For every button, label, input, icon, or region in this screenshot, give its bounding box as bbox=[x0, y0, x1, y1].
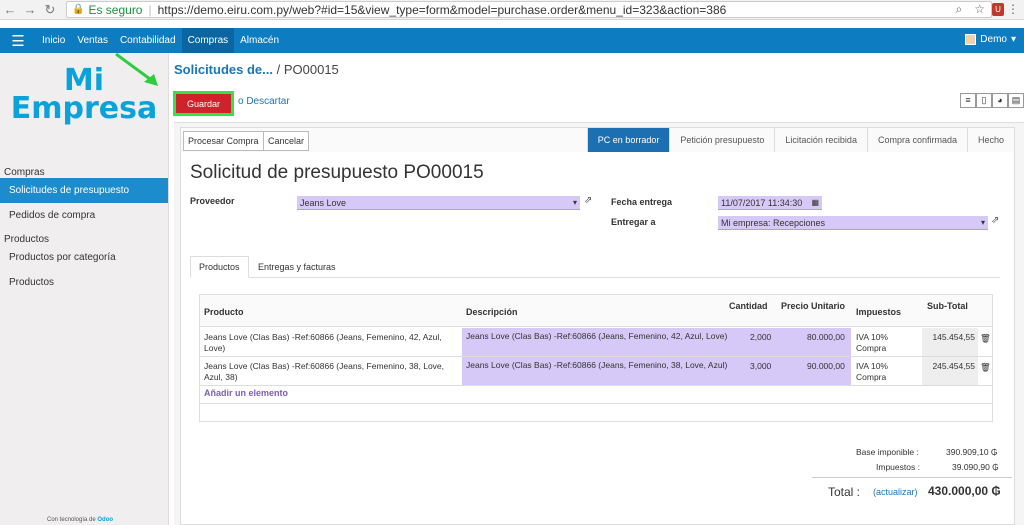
stage-draft[interactable]: PC en borrador bbox=[586, 128, 670, 152]
stage-done[interactable]: Hecho bbox=[966, 128, 1014, 152]
row2-subtotal: 245.454,55 bbox=[922, 357, 978, 385]
tax-label: Impuestos : bbox=[876, 462, 920, 472]
hamburger-icon[interactable]: ☰ bbox=[0, 32, 36, 50]
form-view-icon[interactable]: ▯ bbox=[976, 93, 992, 108]
col-cantidad[interactable]: Cantidad bbox=[729, 301, 768, 311]
breadcrumb-current: PO00015 bbox=[283, 62, 339, 77]
chevron-down-icon: ▾ bbox=[1010, 34, 1016, 45]
col-subtotal[interactable]: Sub-Total bbox=[927, 301, 968, 311]
browser-menu-icon[interactable]: ⋮ bbox=[1007, 2, 1019, 16]
sidebar-item-productos[interactable]: Productos bbox=[0, 270, 168, 295]
base-value: 390.909,10 ₲ bbox=[946, 447, 998, 457]
col-impuestos[interactable]: Impuestos bbox=[856, 307, 901, 317]
save-button-highlight: Guardar bbox=[173, 91, 234, 116]
stage-quote-request[interactable]: Petición presupuesto bbox=[669, 128, 774, 152]
sidebar-section-productos: Productos bbox=[4, 234, 50, 245]
search-icon[interactable]: ⌕ bbox=[956, 2, 963, 17]
col-producto[interactable]: Producto bbox=[204, 307, 244, 317]
deliver-field[interactable]: Mi empresa: Recepciones ▾ bbox=[718, 216, 988, 230]
dropdown-icon[interactable]: ▾ bbox=[981, 218, 985, 227]
base-label: Base imponible : bbox=[856, 447, 919, 457]
row2-description[interactable]: Jeans Love (Clas Bas) -Ref:60866 (Jeans,… bbox=[462, 357, 851, 385]
row1-subtotal: 145.454,55 bbox=[922, 328, 978, 356]
col-descripcion[interactable]: Descripción bbox=[466, 307, 518, 317]
stage-confirmed[interactable]: Compra confirmada bbox=[866, 128, 967, 152]
supplier-label: Proveedor bbox=[190, 196, 235, 206]
page-title: Solicitud de presupuesto PO00015 bbox=[190, 162, 484, 183]
browser-toolbar: ← → ↻ 🔒 Es seguro | https://demo.eiru.co… bbox=[0, 0, 1024, 20]
address-bar[interactable]: 🔒 Es seguro | https://demo.eiru.com.py/w… bbox=[66, 1, 992, 18]
save-button[interactable]: Guardar bbox=[176, 94, 231, 113]
sidebar-item-pedidos[interactable]: Pedidos de compra bbox=[0, 203, 168, 228]
url-text[interactable]: https://demo.eiru.com.py/web?#id=15&view… bbox=[158, 3, 727, 17]
discard-link[interactable]: o Descartar bbox=[238, 96, 290, 107]
calendar-icon[interactable]: ▦ bbox=[811, 198, 819, 207]
user-name: Demo bbox=[980, 34, 1007, 45]
row1-product[interactable]: Jeans Love (Clas Bas) -Ref:60866 (Jeans,… bbox=[204, 332, 459, 354]
powered-by: Con tecnología de Odoo bbox=[47, 517, 114, 523]
col-precio[interactable]: Precio Unitario bbox=[781, 301, 845, 311]
row1-description[interactable]: Jeans Love (Clas Bas) -Ref:60866 (Jeans,… bbox=[462, 328, 851, 356]
trash-icon[interactable]: 🗑 bbox=[980, 362, 991, 373]
row2-product[interactable]: Jeans Love (Clas Bas) -Ref:60866 (Jeans,… bbox=[204, 361, 459, 383]
total-label: Total : bbox=[828, 485, 861, 499]
row1-tax[interactable]: IVA 10% Compra bbox=[856, 332, 908, 354]
row2-price[interactable]: 90.000,00 bbox=[807, 361, 845, 372]
menu-inicio[interactable]: Inicio bbox=[36, 28, 71, 53]
supplier-field[interactable]: Jeans Love ▾ bbox=[297, 196, 580, 210]
date-label: Fecha entrega bbox=[611, 197, 673, 207]
deliver-label: Entregar a bbox=[611, 217, 656, 227]
external-link-icon[interactable]: ⇗ bbox=[991, 215, 999, 226]
star-icon[interactable]: ☆ bbox=[974, 2, 985, 17]
secure-label: Es seguro bbox=[88, 2, 143, 17]
date-field[interactable]: 11/07/2017 11:34:30 ▦ bbox=[718, 196, 822, 210]
process-purchase-button[interactable]: Procesar Compra bbox=[183, 131, 264, 151]
dropdown-icon[interactable]: ▾ bbox=[573, 198, 577, 207]
menu-almacen[interactable]: Almacén bbox=[234, 28, 285, 53]
sidebar: Mi Empresa Compras Solicitudes de presup… bbox=[0, 53, 169, 525]
forward-icon[interactable]: → bbox=[20, 2, 40, 17]
row1-qty[interactable]: 2,000 bbox=[750, 332, 771, 343]
status-bar: Procesar Compra Cancelar PC en borrador … bbox=[180, 127, 1015, 153]
sidebar-section-compras: Compras bbox=[4, 167, 45, 178]
view-switcher: ≡ ▯ ◕ ▤ bbox=[960, 93, 1024, 108]
lock-icon: 🔒 bbox=[72, 4, 85, 15]
tab-products[interactable]: Productos bbox=[190, 256, 249, 278]
annotation-arrow bbox=[115, 52, 158, 86]
cancel-button[interactable]: Cancelar bbox=[263, 131, 310, 151]
external-link-icon[interactable]: ⇗ bbox=[584, 195, 592, 206]
extension-icon[interactable]: U bbox=[992, 3, 1004, 16]
sidebar-item-productos-categoria[interactable]: Productos por categoría bbox=[0, 245, 168, 270]
tab-deliveries-invoices[interactable]: Entregas y facturas bbox=[250, 256, 344, 278]
table-footer bbox=[200, 403, 992, 404]
reload-icon[interactable]: ↻ bbox=[40, 2, 60, 18]
list-view-icon[interactable]: ≡ bbox=[960, 93, 976, 108]
notebook-tabs: Productos Entregas y facturas bbox=[190, 256, 1000, 278]
stage-bar: PC en borrador Petición presupuesto Lici… bbox=[586, 128, 1014, 152]
totals-divider bbox=[812, 477, 1012, 478]
stage-bid-received[interactable]: Licitación recibida bbox=[774, 128, 867, 152]
total-value: 430.000,00 ₲ bbox=[928, 484, 1001, 498]
add-line-link[interactable]: Añadir un elemento bbox=[204, 388, 288, 398]
update-link[interactable]: (actualizar) bbox=[873, 487, 918, 497]
tax-value: 39.090,90 ₲ bbox=[952, 462, 999, 472]
user-menu[interactable]: Demo ▾ bbox=[965, 34, 1016, 45]
menu-ventas[interactable]: Ventas bbox=[71, 28, 114, 53]
sidebar-item-solicitudes[interactable]: Solicitudes de presupuesto bbox=[0, 178, 168, 203]
menu-compras[interactable]: Compras bbox=[181, 28, 235, 53]
row1-price[interactable]: 80.000,00 bbox=[807, 332, 845, 343]
trash-icon[interactable]: 🗑 bbox=[980, 333, 991, 344]
breadcrumb: Solicitudes de... / PO00015 bbox=[174, 62, 339, 77]
row2-qty[interactable]: 3,000 bbox=[750, 361, 771, 372]
back-icon[interactable]: ← bbox=[0, 2, 20, 17]
calendar-view-icon[interactable]: ▤ bbox=[1008, 93, 1024, 108]
breadcrumb-parent[interactable]: Solicitudes de... bbox=[174, 62, 273, 77]
graph-view-icon[interactable]: ◕ bbox=[992, 93, 1008, 108]
row2-tax[interactable]: IVA 10% Compra bbox=[856, 361, 908, 383]
avatar bbox=[965, 34, 977, 45]
